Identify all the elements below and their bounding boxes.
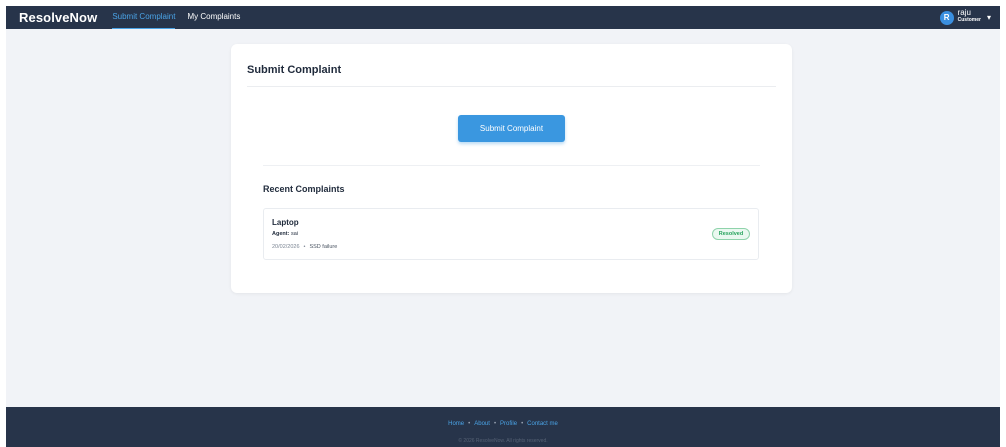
footer-separator: • <box>521 421 524 427</box>
page-title: Submit Complaint <box>247 64 342 76</box>
footer-link-about[interactable]: About <box>474 421 490 427</box>
user-role: Customer <box>957 16 981 23</box>
footer-separator: • <box>468 421 471 427</box>
footer-copyright: © 2026 ResolveNow. All rights reserved. <box>458 438 548 444</box>
avatar: R <box>939 10 954 25</box>
footer-link-contact[interactable]: Contact me <box>527 421 558 427</box>
agent-label: Agent: <box>272 231 290 237</box>
submit-complaint-card: Submit Complaint Submit Complaint Recent… <box>231 44 792 293</box>
footer-link-profile[interactable]: Profile <box>500 421 517 427</box>
complaint-agent: Agent: sai <box>272 231 298 237</box>
footer-links: Home • About • Profile • Contact me <box>6 421 1000 427</box>
brand-logo[interactable]: ResolveNow <box>19 10 97 25</box>
status-badge: Resolved <box>712 228 750 240</box>
recent-complaints-heading: Recent Complaints <box>263 184 345 194</box>
page-footer: Home • About • Profile • Contact me © 2026 Res… <box>6 407 1000 447</box>
nav-link-my-complaints[interactable]: My Complaints <box>187 6 240 29</box>
meta-separator: • <box>303 244 306 250</box>
footer-link-home[interactable]: Home <box>448 421 464 427</box>
complaint-list-item[interactable]: Laptop Agent: sai 20/02/2026 • SSD failure… <box>263 208 759 260</box>
footer-separator: • <box>493 421 497 427</box>
top-navbar: ResolveNow Submit Complaint My Complaint… <box>6 6 1000 29</box>
complaint-meta: 20/02/2026 • SSD failure <box>272 244 337 250</box>
user-menu[interactable]: R raju Customer ▾ <box>939 6 991 29</box>
divider <box>247 86 776 87</box>
user-name: raju <box>957 7 971 17</box>
app-frame: ResolveNow Submit Complaint My Complaint… <box>6 6 1000 447</box>
agent-name: sai <box>290 231 298 237</box>
chevron-down-icon[interactable]: ▾ <box>987 13 991 22</box>
complaint-date: 20/02/2026 <box>272 244 300 250</box>
nav-link-submit-complaint[interactable]: Submit Complaint <box>112 6 176 29</box>
user-info: raju Customer <box>957 7 981 24</box>
complaint-issue: SSD failure <box>309 244 338 250</box>
complaint-title: Laptop <box>272 218 299 227</box>
submit-complaint-button[interactable]: Submit Complaint <box>458 115 565 142</box>
divider <box>263 165 760 166</box>
